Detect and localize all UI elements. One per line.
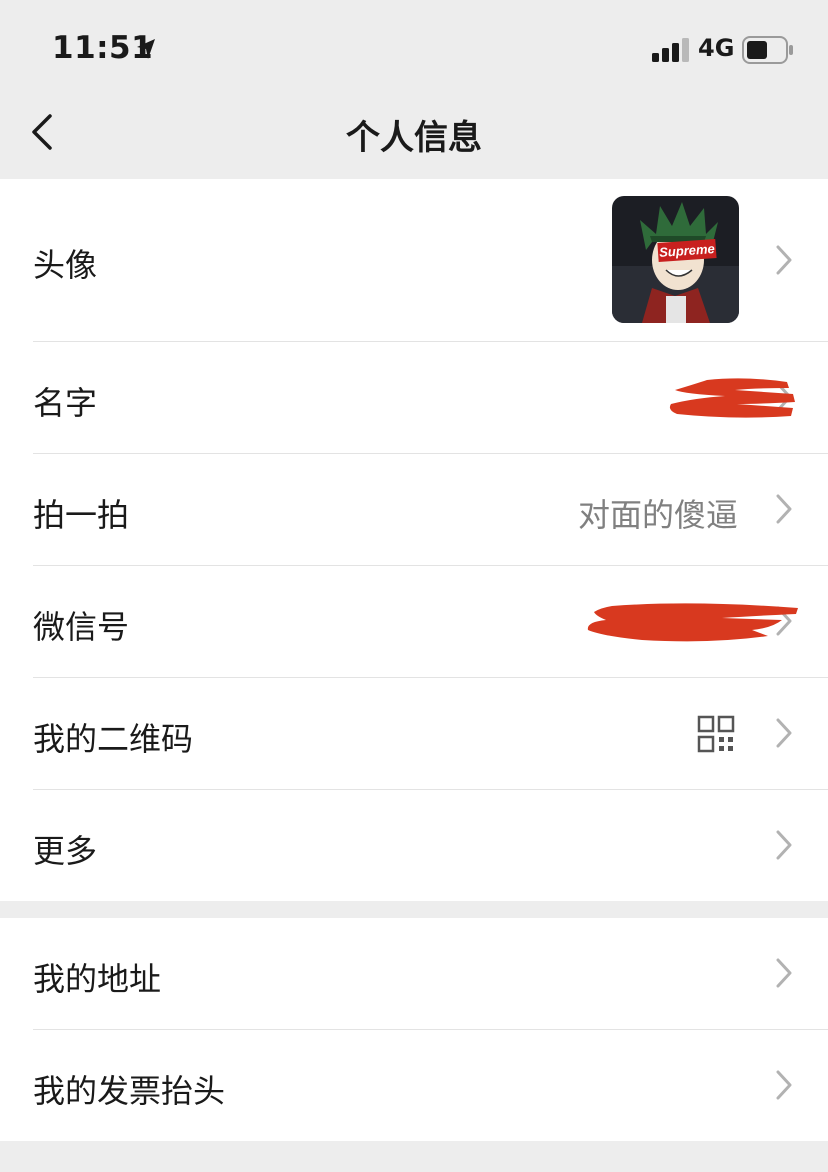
avatar-image: Supreme [612, 196, 739, 323]
battery-icon [742, 36, 793, 64]
qr-code-row[interactable]: 我的二维码 [0, 678, 828, 790]
profile-settings-group: 头像 Supreme 名字 拍一拍 对面的傻逼 微信号 我的二维码 更多 [0, 179, 828, 901]
status-bar: 11:51 4G [0, 0, 828, 96]
more-row[interactable]: 更多 [0, 790, 828, 901]
network-type: 4G [698, 34, 735, 62]
avatar[interactable]: Supreme [612, 196, 739, 323]
redaction-mark [587, 603, 798, 642]
avatar-label: 头像 [33, 246, 98, 284]
pat-label: 拍一拍 [33, 496, 130, 534]
qr-code-label: 我的二维码 [33, 720, 194, 758]
cell-signal-icon [652, 38, 689, 62]
chevron-right-icon [776, 958, 792, 988]
more-label: 更多 [33, 832, 98, 870]
invoice-title-row[interactable]: 我的发票抬头 [0, 1030, 828, 1141]
qr-code-icon [697, 715, 735, 753]
invoice-title-label: 我的发票抬头 [33, 1072, 226, 1110]
chevron-right-icon [776, 494, 792, 524]
wechat-id-row[interactable]: 微信号 [0, 566, 828, 678]
avatar-row[interactable]: 头像 Supreme [0, 179, 828, 342]
location-arrow-icon [137, 39, 155, 59]
address-invoice-group: 我的地址 我的发票抬头 [0, 918, 828, 1141]
pat-row[interactable]: 拍一拍 对面的傻逼 [0, 454, 828, 566]
chevron-right-icon [776, 245, 792, 275]
my-address-label: 我的地址 [33, 960, 162, 998]
nav-bar: 个人信息 [0, 96, 828, 178]
chevron-right-icon [776, 830, 792, 860]
chevron-right-icon [776, 718, 792, 748]
chevron-right-icon [776, 1070, 792, 1100]
redaction-mark [669, 378, 795, 418]
name-row[interactable]: 名字 [0, 342, 828, 454]
my-address-row[interactable]: 我的地址 [0, 918, 828, 1030]
name-label: 名字 [33, 384, 98, 422]
page-title: 个人信息 [346, 118, 482, 158]
wechat-id-label: 微信号 [33, 608, 130, 646]
pat-value: 对面的傻逼 [577, 496, 738, 534]
